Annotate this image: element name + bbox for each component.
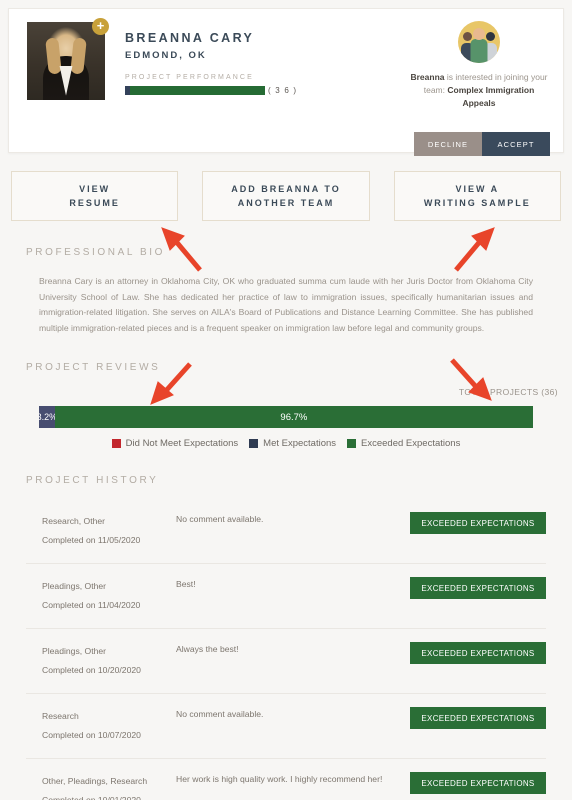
legend-label-did-not-meet: Did Not Meet Expectations [125,438,239,449]
history-completed-date: Completed on 10/20/2020 [42,665,141,675]
legend-swatch-met [249,439,259,448]
reviews-legend: Did Not Meet Expectations Met Expectatio… [0,438,572,449]
total-projects-label: TOTAL PROJECTS (36) [458,387,558,397]
status-badge: EXCEEDED EXPECTATIONS [410,512,546,534]
legend-label-exceeded: Exceeded Expectations [361,438,461,449]
professional-bio-text: Breanna Cary is an attorney in Oklahoma … [39,276,533,333]
accept-button[interactable]: ACCEPT [482,132,550,156]
history-project-type: Research [42,711,79,721]
invite-actions: DECLINE ACCEPT [414,132,550,156]
add-to-team-button[interactable]: ADD BREANNA TO ANOTHER TEAM [202,171,370,221]
history-comment: Best! [176,579,196,589]
performance-count: ( 3 6 ) [268,86,298,95]
table-row: Pleadings, Other Completed on 11/04/2020 B… [26,563,546,628]
history-project-type: Other, Pleadings, Research [42,776,148,786]
view-writing-sample-line1: VIEW A [455,184,500,194]
view-writing-sample-line2: WRITING SAMPLE [423,198,531,208]
profile-location: EDMOND, OK [125,50,207,61]
history-type-cell: Research Completed on 10/07/2020 [26,707,176,745]
history-comment: No comment available. [176,514,264,524]
project-reviews-heading: PROJECT REVIEWS [26,362,161,373]
legend-item-met: Met Expectations [249,438,336,449]
legend-swatch-exceeded [347,439,357,448]
legend-label-met: Met Expectations [263,438,337,449]
view-resume-line1: VIEW [79,184,111,194]
primary-actions: VIEW RESUME ADD BREANNA TO ANOTHER TEAM VI… [11,171,561,221]
history-completed-date: Completed on 11/04/2020 [42,600,141,610]
invite-team-name: Complex Immigration Appeals [447,85,535,108]
history-project-type: Pleadings, Other [42,646,107,656]
history-comment: Always the best! [176,644,239,654]
legend-item-exceeded: Exceeded Expectations [347,438,460,449]
history-type-cell: Other, Pleadings, Research Completed on 1… [26,772,176,800]
profile-header-card: + BREANNA CARY EDMOND, OK PROJECT PERFOR… [8,8,564,156]
history-comment: Her work is high quality work. I highly … [176,774,383,784]
invite-lead-name: Breanna [410,72,445,82]
status-badge: EXCEEDED EXPECTATIONS [410,772,546,794]
performance-label: PROJECT PERFORMANCE [125,74,254,81]
history-completed-date: Completed on 11/05/2020 [42,535,141,545]
performance-segment-exceeded [130,86,265,95]
performance-meter: ( 3 6 ) [125,86,297,95]
reviews-stacked-bar: 3.2% 96.7% [39,406,533,428]
add-photo-icon[interactable]: + [92,18,109,35]
history-completed-date: Completed on 10/01/2020 [42,795,141,800]
reviews-bar-exceeded: 96.7% [54,406,533,428]
page-title: BREANNA CARY [125,31,255,45]
attorney-photo [27,22,105,100]
history-type-cell: Pleadings, Other Completed on 11/04/2020 [26,577,176,615]
history-type-cell: Research, Other Completed on 11/05/2020 [26,512,176,550]
history-project-type: Research, Other [42,516,106,526]
project-history-heading: PROJECT HISTORY [26,475,159,486]
legend-swatch-did-not-meet [111,439,121,448]
professional-bio-heading: PROFESSIONAL BIO [26,247,166,258]
table-row: Research, Other Completed on 11/05/2020 No… [26,499,546,563]
reviews-bar-met: 3.2% [39,406,55,428]
decline-button[interactable]: DECLINE [414,132,482,156]
status-badge: EXCEEDED EXPECTATIONS [410,577,546,599]
history-completed-date: Completed on 10/07/2020 [42,730,141,740]
profile-identity: BREANNA CARY EDMOND, OK PROJECT PERFORMA… [125,31,297,95]
history-comment: No comment available. [176,709,264,719]
performance-bar [125,86,265,95]
add-to-team-line2: ANOTHER TEAM [237,198,335,208]
view-resume-button[interactable]: VIEW RESUME [11,171,179,221]
avatar: + [27,18,109,100]
table-row: Research Completed on 10/07/2020 No commen… [26,693,546,758]
history-type-cell: Pleadings, Other Completed on 10/20/2020 [26,642,176,680]
status-badge: EXCEEDED EXPECTATIONS [410,707,546,729]
table-row: Pleadings, Other Completed on 10/20/2020 A… [26,628,546,693]
invite-message: Breanna is interested in joining your te… [408,71,550,110]
team-group-icon [458,21,500,63]
view-resume-line2: RESUME [69,198,120,208]
view-writing-sample-button[interactable]: VIEW A WRITING SAMPLE [393,171,561,221]
project-history-list: Research, Other Completed on 11/05/2020 No… [26,499,546,800]
legend-item-did-not-meet: Did Not Meet Expectations [111,438,239,449]
add-to-team-line1: ADD BREANNA TO [231,184,341,194]
table-row: Other, Pleadings, Research Completed on 1… [26,758,546,800]
team-invite-block: Breanna is interested in joining your te… [408,21,550,156]
status-badge: EXCEEDED EXPECTATIONS [410,642,546,664]
history-project-type: Pleadings, Other [42,581,107,591]
